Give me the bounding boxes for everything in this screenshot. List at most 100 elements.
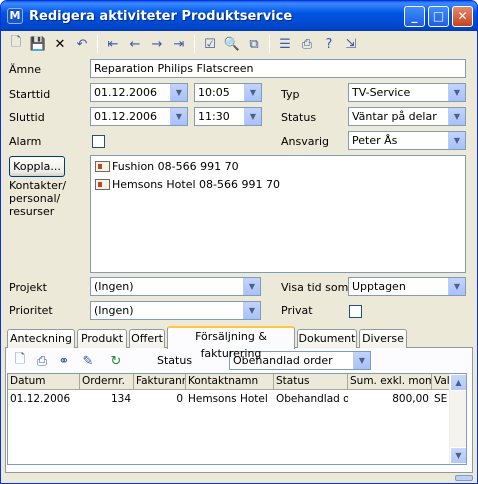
column-header[interactable]: Fakturanr. <box>134 374 186 390</box>
exit-icon[interactable]: ⇲ <box>340 34 362 54</box>
type-combo[interactable]: TV-Service ▼ <box>348 83 466 102</box>
scroll-up-icon[interactable]: ▲ <box>450 374 466 391</box>
status-combo[interactable]: Väntar på delar ▼ <box>348 107 466 126</box>
subject-label: Ämne <box>9 63 41 76</box>
link-icon[interactable]: ⚭ <box>53 351 75 371</box>
contacts-label: Kontakter/ personal/ resurser <box>9 179 67 218</box>
chevron-down-icon[interactable]: ▼ <box>170 108 187 125</box>
status-value: Väntar på delar <box>352 110 437 123</box>
chevron-down-icon[interactable]: ▼ <box>244 84 261 101</box>
orders-table[interactable]: Datum Ordernr. Fakturanr. Kontaktnamn St… <box>7 373 467 465</box>
chevron-down-icon[interactable]: ▼ <box>448 132 465 149</box>
cell-currency: SE <box>434 393 448 405</box>
tab-product[interactable]: Produkt <box>77 329 127 348</box>
column-header[interactable]: Ordernr. <box>80 374 134 390</box>
start-date-combo[interactable]: 01.12.2006 ▼ <box>90 83 188 102</box>
chevron-down-icon[interactable]: ▼ <box>353 352 370 369</box>
first-icon[interactable]: ⇤ <box>102 34 124 54</box>
tab-documents[interactable]: Dokument <box>297 329 357 348</box>
tab-notes[interactable]: Anteckning <box>7 329 75 348</box>
toolbar: 🗋 💾 ✕ ↶ ⇤ ← → ⇥ ☑ 🔍 ⧉ ☰ ⎙ ? ⇲ <box>5 33 473 55</box>
chevron-down-icon[interactable]: ▼ <box>170 84 187 101</box>
start-date-value: 01.12.2006 <box>94 86 157 99</box>
cell-sum: 800,00 <box>392 393 429 405</box>
column-header[interactable]: Datum <box>8 374 80 390</box>
vertical-scrollbar[interactable]: ▲ ▼ <box>449 374 466 464</box>
show-time-label: Visa tid som <box>281 281 349 294</box>
tab-quote[interactable]: Offert <box>129 329 165 348</box>
preview-icon[interactable]: 🔍 <box>221 34 243 54</box>
show-time-combo[interactable]: Upptagen ▼ <box>348 277 466 296</box>
scroll-down-icon[interactable]: ▼ <box>450 447 466 464</box>
print-icon[interactable]: ⎙ <box>296 34 318 54</box>
cell-status: Obehandlad order <box>276 393 348 405</box>
end-date-combo[interactable]: 01.12.2006 ▼ <box>90 107 188 126</box>
properties-icon[interactable]: ☰ <box>274 34 296 54</box>
table-row[interactable]: 01.12.2006 134 0 Hemsons Hotel Obehandla… <box>8 392 450 408</box>
column-header[interactable]: Status <box>274 374 348 390</box>
start-time-value: 10:05 <box>198 86 230 99</box>
column-header[interactable]: Kontaktnamn <box>186 374 274 390</box>
next-icon[interactable]: → <box>146 34 168 54</box>
list-item[interactable]: Fushion 08-566 991 70 <box>91 157 465 175</box>
responsible-label: Ansvarig <box>281 135 330 148</box>
edit-activity-window: M Redigera aktiviteter Produktservice _ … <box>0 0 478 484</box>
refresh-icon[interactable]: ↻ <box>105 351 127 371</box>
chevron-down-icon[interactable]: ▼ <box>448 84 465 101</box>
print-order-icon[interactable]: ⎙ <box>31 351 53 371</box>
start-time-combo[interactable]: 10:05 ▼ <box>194 83 262 102</box>
priority-combo[interactable]: (Ingen) ▼ <box>90 301 261 320</box>
last-icon[interactable]: ⇥ <box>168 34 190 54</box>
column-header[interactable]: Valu <box>432 374 450 390</box>
resize-grip-icon[interactable] <box>455 475 473 481</box>
contacts-list[interactable]: Fushion 08-566 991 70 Hemsons Hotel 08-5… <box>90 155 466 273</box>
alarm-checkbox[interactable] <box>92 135 105 148</box>
tab-misc[interactable]: Diverse <box>359 329 407 348</box>
save-icon[interactable]: 💾 <box>27 34 49 54</box>
close-button[interactable]: ✕ <box>452 6 473 27</box>
contact-card-icon <box>95 160 110 172</box>
chevron-down-icon[interactable]: ▼ <box>243 302 260 319</box>
chevron-down-icon[interactable]: ▼ <box>244 108 261 125</box>
new-order-icon[interactable]: 🗋 <box>9 351 31 371</box>
cell-invoice-no: 0 <box>176 393 183 405</box>
maximize-button[interactable]: □ <box>428 6 449 27</box>
table-header: Datum Ordernr. Fakturanr. Kontaktnamn St… <box>8 374 466 390</box>
title-bar[interactable]: M Redigera aktiviteter Produktservice _ … <box>1 1 477 31</box>
undo-icon[interactable]: ↶ <box>71 34 93 54</box>
cell-order-no: 134 <box>110 393 131 405</box>
column-header[interactable]: Sum. exkl. moms <box>348 374 432 390</box>
edit-icon[interactable]: ✎ <box>77 351 99 371</box>
new-icon[interactable]: 🗋 <box>5 34 27 54</box>
responsible-combo[interactable]: Peter Ås ▼ <box>348 131 466 150</box>
end-time-combo[interactable]: 11:30 ▼ <box>194 107 262 126</box>
project-combo[interactable]: (Ingen) ▼ <box>90 277 261 296</box>
start-label: Starttid <box>9 88 51 101</box>
copy-icon[interactable]: ⧉ <box>243 34 265 54</box>
link-contacts-button[interactable]: Koppla... <box>9 156 65 177</box>
chevron-down-icon[interactable]: ▼ <box>448 278 465 295</box>
priority-value: (Ingen) <box>94 304 134 317</box>
app-icon: M <box>7 8 23 24</box>
toolbar-separator <box>194 35 195 53</box>
status-label: Status <box>281 111 317 124</box>
contact-text: Fushion 08-566 991 70 <box>112 159 239 173</box>
alarm-label: Alarm <box>9 135 42 148</box>
toolbar-separator <box>269 35 270 53</box>
tab-sales-invoicing[interactable]: Försäljning & fakturering <box>167 326 295 360</box>
minimize-button[interactable]: _ <box>404 6 425 27</box>
previous-icon[interactable]: ← <box>124 34 146 54</box>
cell-contact-name: Hemsons Hotel <box>188 393 268 405</box>
list-item[interactable]: Hemsons Hotel 08-566 991 70 <box>91 175 465 193</box>
private-checkbox[interactable] <box>349 305 362 318</box>
window-title: Redigera aktiviteter Produktservice <box>29 8 293 24</box>
chevron-down-icon[interactable]: ▼ <box>448 108 465 125</box>
end-date-value: 01.12.2006 <box>94 110 157 123</box>
private-label: Privat <box>281 304 313 317</box>
contact-text: Hemsons Hotel 08-566 991 70 <box>112 177 280 191</box>
help-icon[interactable]: ? <box>318 34 340 54</box>
subject-input[interactable]: Reparation Philips Flatscreen <box>90 59 466 78</box>
delete-icon[interactable]: ✕ <box>49 34 71 54</box>
chevron-down-icon[interactable]: ▼ <box>243 278 260 295</box>
check-icon[interactable]: ☑ <box>199 34 221 54</box>
